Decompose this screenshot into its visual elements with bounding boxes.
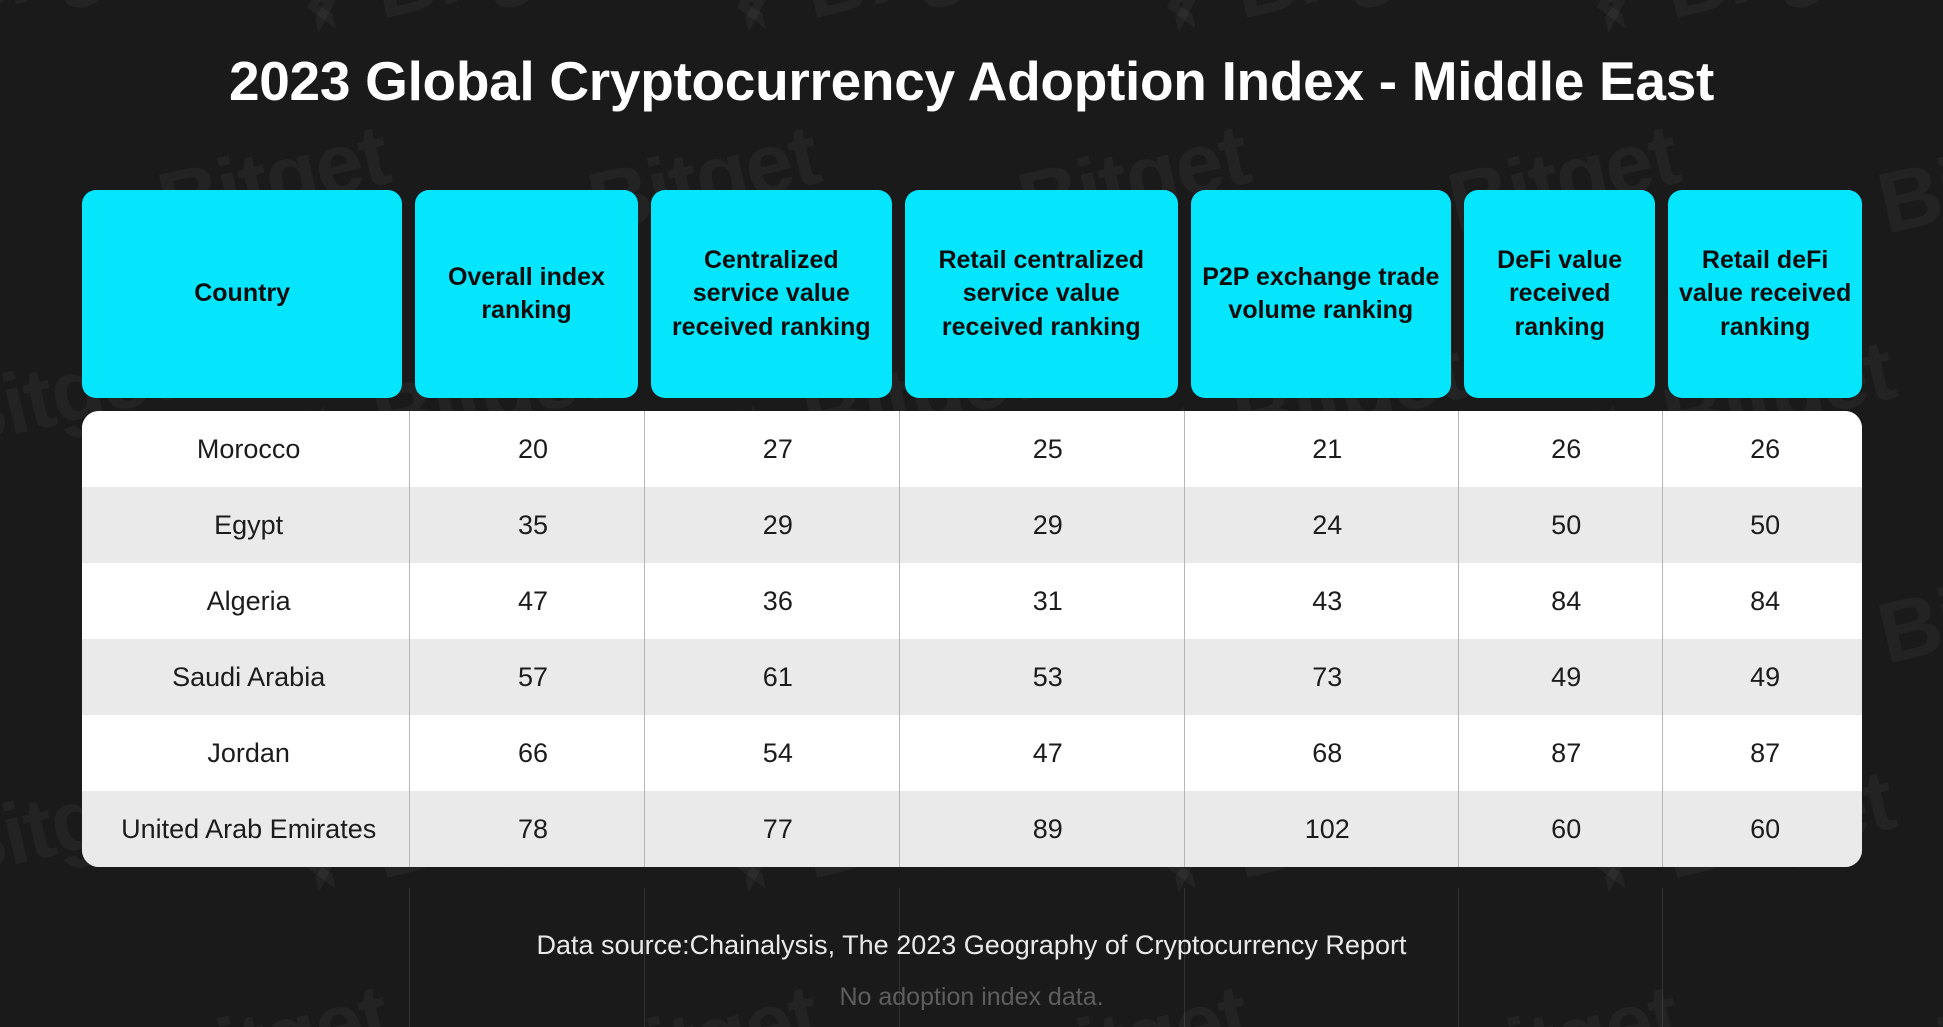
cell-overall_index_ranking: 47 bbox=[517, 585, 548, 616]
cell-defi_value_received_ranking: 26 bbox=[1551, 433, 1582, 464]
table-row: Morocco 20 27 25 21 26 26 bbox=[82, 411, 1862, 487]
table-header-row: Country Overall index ranking Centralized … bbox=[82, 190, 1862, 398]
cell-defi_value_received_ranking: 87 bbox=[1551, 737, 1582, 768]
cell-retail_centralized_service_value_received_ranking: 25 bbox=[1032, 433, 1063, 464]
column-header-2: Centralized service value received ranki… bbox=[650, 190, 893, 398]
cell-retail_centralized_service_value_received_ranking: 89 bbox=[1032, 813, 1063, 844]
column-header-label: Country bbox=[194, 279, 291, 308]
cell-country: Egypt bbox=[214, 509, 284, 540]
infographic-page: 2023 Global Cryptocurrency Adoption Inde… bbox=[0, 0, 1943, 1027]
cell-retail_centralized_service_value_received_ranking: 47 bbox=[1032, 737, 1063, 768]
cell-centralized_service_value_received_ranking: 36 bbox=[762, 585, 793, 616]
table-row: Saudi Arabia 57 61 53 73 49 49 bbox=[82, 639, 1862, 715]
column-header-label: DeFi value received ranking bbox=[1497, 246, 1623, 341]
cell-defi_value_received_ranking: 60 bbox=[1551, 813, 1582, 844]
table-body: Morocco 20 27 25 21 26 26 Egypt 35 29 29 24 50 50 Alge… bbox=[82, 411, 1862, 867]
cell-retail_defi_value_received_ranking: 49 bbox=[1750, 661, 1781, 692]
table-row: Jordan 66 54 47 68 87 87 bbox=[82, 715, 1862, 791]
no-data-note: No adoption index data. bbox=[839, 982, 1104, 1011]
footer: Data source:Chainalysis, The 2023 Geogra… bbox=[0, 925, 1943, 1016]
cell-centralized_service_value_received_ranking: 61 bbox=[762, 661, 793, 692]
table-row: Egypt 35 29 29 24 50 50 bbox=[82, 487, 1862, 563]
column-header-4: P2P exchange trade volume ranking bbox=[1190, 190, 1452, 398]
column-header-label: Overall index ranking bbox=[447, 262, 605, 324]
adoption-index-table: Country Overall index ranking Centralized … bbox=[82, 190, 1862, 867]
cell-overall_index_ranking: 78 bbox=[517, 813, 548, 844]
cell-retail_centralized_service_value_received_ranking: 31 bbox=[1032, 585, 1063, 616]
cell-p2p_exchange_trade_volume_ranking: 102 bbox=[1304, 813, 1350, 844]
cell-country: Saudi Arabia bbox=[172, 661, 326, 692]
cell-p2p_exchange_trade_volume_ranking: 43 bbox=[1312, 585, 1343, 616]
cell-centralized_service_value_received_ranking: 77 bbox=[762, 813, 793, 844]
cell-retail_defi_value_received_ranking: 87 bbox=[1750, 737, 1781, 768]
cell-p2p_exchange_trade_volume_ranking: 21 bbox=[1312, 433, 1343, 464]
cell-retail_centralized_service_value_received_ranking: 53 bbox=[1032, 661, 1063, 692]
cell-defi_value_received_ranking: 84 bbox=[1551, 585, 1582, 616]
cell-centralized_service_value_received_ranking: 29 bbox=[762, 509, 793, 540]
cell-defi_value_received_ranking: 50 bbox=[1551, 509, 1582, 540]
cell-p2p_exchange_trade_volume_ranking: 73 bbox=[1312, 661, 1343, 692]
table-row: Algeria 47 36 31 43 84 84 bbox=[82, 563, 1862, 639]
column-header-5: DeFi value received ranking bbox=[1464, 190, 1656, 398]
column-header-label: Retail deFi value received ranking bbox=[1678, 246, 1852, 341]
column-header-label: Retail centralized service value receive… bbox=[938, 246, 1145, 341]
cell-centralized_service_value_received_ranking: 54 bbox=[762, 737, 793, 768]
column-header-label: Centralized service value received ranki… bbox=[671, 246, 871, 341]
data-source-text: Data source:Chainalysis, The 2023 Geogra… bbox=[536, 930, 1407, 960]
cell-country: United Arab Emirates bbox=[121, 813, 377, 844]
cell-defi_value_received_ranking: 49 bbox=[1551, 661, 1582, 692]
cell-overall_index_ranking: 35 bbox=[517, 509, 548, 540]
table-row: United Arab Emirates 78 77 89 102 60 60 bbox=[82, 791, 1862, 867]
cell-p2p_exchange_trade_volume_ranking: 68 bbox=[1312, 737, 1343, 768]
cell-retail_defi_value_received_ranking: 84 bbox=[1750, 585, 1781, 616]
cell-retail_defi_value_received_ranking: 26 bbox=[1750, 433, 1781, 464]
page-title: 2023 Global Cryptocurrency Adoption Inde… bbox=[228, 50, 1715, 112]
cell-overall_index_ranking: 57 bbox=[517, 661, 548, 692]
cell-overall_index_ranking: 66 bbox=[517, 737, 548, 768]
column-header-1: Overall index ranking bbox=[415, 190, 638, 398]
cell-overall_index_ranking: 20 bbox=[517, 433, 548, 464]
cell-centralized_service_value_received_ranking: 27 bbox=[762, 433, 793, 464]
cell-country: Jordan bbox=[207, 737, 290, 768]
cell-retail_centralized_service_value_received_ranking: 29 bbox=[1032, 509, 1063, 540]
column-header-0: Country bbox=[82, 190, 403, 398]
cell-p2p_exchange_trade_volume_ranking: 24 bbox=[1312, 509, 1343, 540]
column-header-label: P2P exchange trade volume ranking bbox=[1202, 262, 1440, 324]
cell-retail_defi_value_received_ranking: 60 bbox=[1750, 813, 1781, 844]
column-header-3: Retail centralized service value receive… bbox=[905, 190, 1178, 398]
cell-country: Algeria bbox=[206, 585, 291, 616]
column-header-6: Retail deFi value received ranking bbox=[1668, 190, 1862, 398]
cell-country: Morocco bbox=[196, 433, 301, 464]
cell-retail_defi_value_received_ranking: 50 bbox=[1750, 509, 1781, 540]
